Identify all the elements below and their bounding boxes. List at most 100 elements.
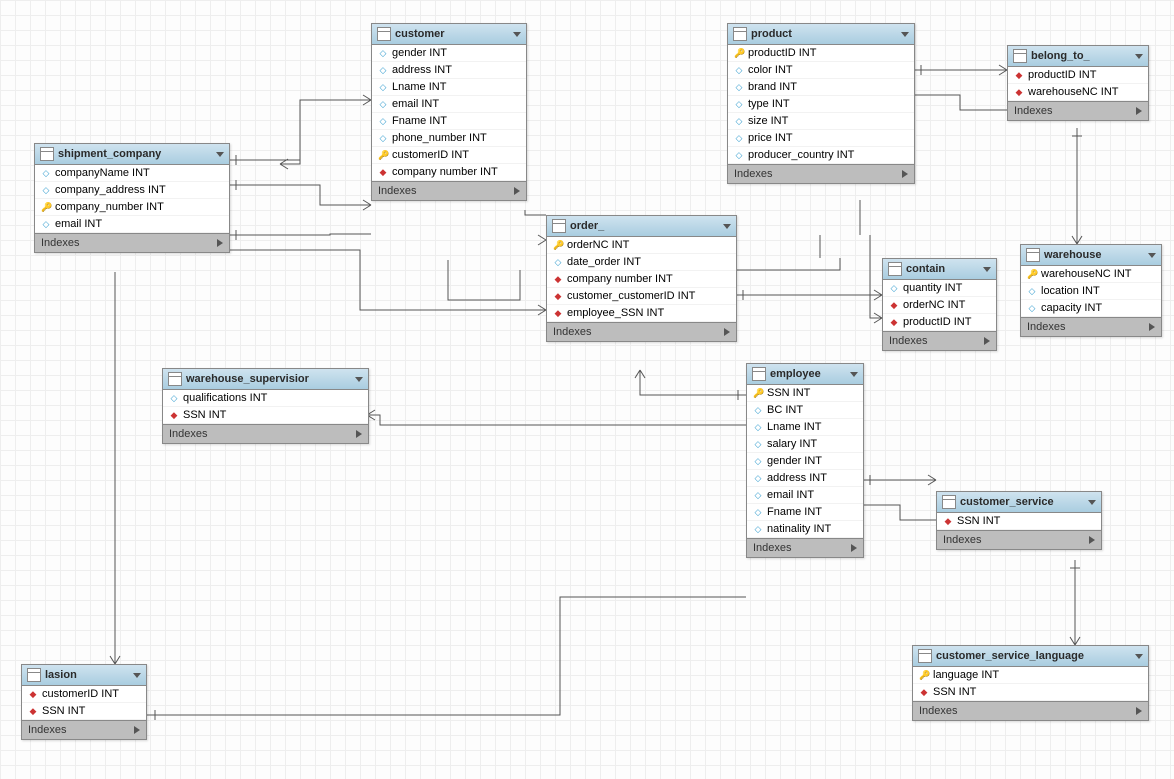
- indexes-section[interactable]: Indexes: [937, 530, 1101, 549]
- expand-arrow-icon[interactable]: [851, 544, 857, 552]
- column-row[interactable]: ◆SSN INT: [163, 407, 368, 424]
- entity-shipment_company[interactable]: shipment_company◇companyName INT◇company…: [34, 143, 230, 253]
- collapse-arrow-icon[interactable]: [723, 224, 731, 229]
- entity-product[interactable]: product🔑productID INT◇color INT◇brand IN…: [727, 23, 915, 184]
- expand-arrow-icon[interactable]: [984, 337, 990, 345]
- column-row[interactable]: ◇natinality INT: [747, 521, 863, 538]
- entity-header[interactable]: lasion: [22, 665, 146, 686]
- entity-customer[interactable]: customer◇gender INT◇address INT◇Lname IN…: [371, 23, 527, 201]
- expand-arrow-icon[interactable]: [1089, 536, 1095, 544]
- expand-arrow-icon[interactable]: [1136, 707, 1142, 715]
- entity-header[interactable]: order_: [547, 216, 736, 237]
- entity-belong_to_[interactable]: belong_to_◆productID INT◆warehouseNC INT…: [1007, 45, 1149, 121]
- indexes-section[interactable]: Indexes: [35, 233, 229, 252]
- column-row[interactable]: ◇date_order INT: [547, 254, 736, 271]
- entity-contain[interactable]: contain◇quantity INT◆orderNC INT◆product…: [882, 258, 997, 351]
- indexes-section[interactable]: Indexes: [1021, 317, 1161, 336]
- indexes-section[interactable]: Indexes: [728, 164, 914, 183]
- entity-header[interactable]: warehouse_supervisior: [163, 369, 368, 390]
- column-row[interactable]: ◇location INT: [1021, 283, 1161, 300]
- indexes-section[interactable]: Indexes: [883, 331, 996, 350]
- column-row[interactable]: ◇phone_number INT: [372, 130, 526, 147]
- column-row[interactable]: ◇BC INT: [747, 402, 863, 419]
- column-row[interactable]: ◇email INT: [747, 487, 863, 504]
- entity-header[interactable]: product: [728, 24, 914, 45]
- entity-header[interactable]: customer_service_language: [913, 646, 1148, 667]
- collapse-arrow-icon[interactable]: [1135, 54, 1143, 59]
- column-row[interactable]: ◆productID INT: [1008, 67, 1148, 84]
- entity-header[interactable]: contain: [883, 259, 996, 280]
- column-row[interactable]: ◆company number INT: [547, 271, 736, 288]
- column-row[interactable]: ◆warehouseNC INT: [1008, 84, 1148, 101]
- entity-order_[interactable]: order_🔑orderNC INT◇date_order INT◆compan…: [546, 215, 737, 342]
- column-row[interactable]: ◆SSN INT: [937, 513, 1101, 530]
- expand-arrow-icon[interactable]: [724, 328, 730, 336]
- column-row[interactable]: 🔑orderNC INT: [547, 237, 736, 254]
- column-row[interactable]: ◆company number INT: [372, 164, 526, 181]
- indexes-section[interactable]: Indexes: [372, 181, 526, 200]
- column-row[interactable]: ◇Lname INT: [747, 419, 863, 436]
- column-row[interactable]: ◇email INT: [372, 96, 526, 113]
- expand-arrow-icon[interactable]: [356, 430, 362, 438]
- column-row[interactable]: ◇company_address INT: [35, 182, 229, 199]
- entity-header[interactable]: employee: [747, 364, 863, 385]
- column-row[interactable]: ◇brand INT: [728, 79, 914, 96]
- column-row[interactable]: 🔑warehouseNC INT: [1021, 266, 1161, 283]
- column-row[interactable]: ◆SSN INT: [913, 684, 1148, 701]
- collapse-arrow-icon[interactable]: [513, 32, 521, 37]
- expand-arrow-icon[interactable]: [902, 170, 908, 178]
- column-row[interactable]: ◇gender INT: [372, 45, 526, 62]
- column-row[interactable]: ◇address INT: [372, 62, 526, 79]
- column-row[interactable]: ◆customer_customerID INT: [547, 288, 736, 305]
- entity-warehouse[interactable]: warehouse🔑warehouseNC INT◇location INT◇c…: [1020, 244, 1162, 337]
- column-row[interactable]: ◇size INT: [728, 113, 914, 130]
- indexes-section[interactable]: Indexes: [747, 538, 863, 557]
- entity-header[interactable]: belong_to_: [1008, 46, 1148, 67]
- entity-employee[interactable]: employee🔑SSN INT◇BC INT◇Lname INT◇salary…: [746, 363, 864, 558]
- column-row[interactable]: ◇Fname INT: [747, 504, 863, 521]
- expand-arrow-icon[interactable]: [1136, 107, 1142, 115]
- column-row[interactable]: ◇salary INT: [747, 436, 863, 453]
- column-row[interactable]: ◆SSN INT: [22, 703, 146, 720]
- collapse-arrow-icon[interactable]: [216, 152, 224, 157]
- column-row[interactable]: ◇quantity INT: [883, 280, 996, 297]
- entity-warehouse_supervisior[interactable]: warehouse_supervisior◇qualifications INT…: [162, 368, 369, 444]
- indexes-section[interactable]: Indexes: [22, 720, 146, 739]
- expand-arrow-icon[interactable]: [1149, 323, 1155, 331]
- column-row[interactable]: 🔑company_number INT: [35, 199, 229, 216]
- collapse-arrow-icon[interactable]: [850, 372, 858, 377]
- column-row[interactable]: ◇Lname INT: [372, 79, 526, 96]
- column-row[interactable]: ◇type INT: [728, 96, 914, 113]
- expand-arrow-icon[interactable]: [514, 187, 520, 195]
- expand-arrow-icon[interactable]: [217, 239, 223, 247]
- entity-header[interactable]: shipment_company: [35, 144, 229, 165]
- column-row[interactable]: 🔑language INT: [913, 667, 1148, 684]
- column-row[interactable]: ◇capacity INT: [1021, 300, 1161, 317]
- collapse-arrow-icon[interactable]: [133, 673, 141, 678]
- expand-arrow-icon[interactable]: [134, 726, 140, 734]
- column-row[interactable]: ◇Fname INT: [372, 113, 526, 130]
- column-row[interactable]: 🔑SSN INT: [747, 385, 863, 402]
- column-row[interactable]: ◆customerID INT: [22, 686, 146, 703]
- column-row[interactable]: 🔑customerID INT: [372, 147, 526, 164]
- column-row[interactable]: 🔑productID INT: [728, 45, 914, 62]
- column-row[interactable]: ◇price INT: [728, 130, 914, 147]
- column-row[interactable]: ◇qualifications INT: [163, 390, 368, 407]
- entity-customer_service[interactable]: customer_service◆SSN INTIndexes: [936, 491, 1102, 550]
- entity-customer_service_language[interactable]: customer_service_language🔑language INT◆S…: [912, 645, 1149, 721]
- indexes-section[interactable]: Indexes: [163, 424, 368, 443]
- column-row[interactable]: ◇address INT: [747, 470, 863, 487]
- collapse-arrow-icon[interactable]: [1148, 253, 1156, 258]
- column-row[interactable]: ◆orderNC INT: [883, 297, 996, 314]
- collapse-arrow-icon[interactable]: [1088, 500, 1096, 505]
- column-row[interactable]: ◇color INT: [728, 62, 914, 79]
- collapse-arrow-icon[interactable]: [1135, 654, 1143, 659]
- column-row[interactable]: ◇gender INT: [747, 453, 863, 470]
- indexes-section[interactable]: Indexes: [1008, 101, 1148, 120]
- indexes-section[interactable]: Indexes: [547, 322, 736, 341]
- collapse-arrow-icon[interactable]: [355, 377, 363, 382]
- column-row[interactable]: ◆employee_SSN INT: [547, 305, 736, 322]
- entity-header[interactable]: warehouse: [1021, 245, 1161, 266]
- entity-lasion[interactable]: lasion◆customerID INT◆SSN INTIndexes: [21, 664, 147, 740]
- column-row[interactable]: ◆productID INT: [883, 314, 996, 331]
